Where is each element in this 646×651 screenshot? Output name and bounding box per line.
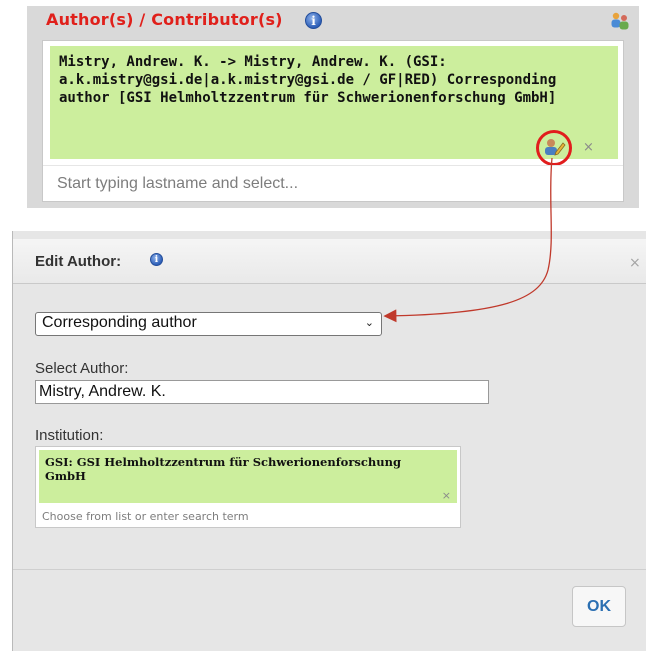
info-icon[interactable]: i <box>305 12 322 29</box>
remove-author-icon[interactable]: × <box>583 140 594 155</box>
author-contributor-panel: Author(s) / Contributor(s) i Mistry, And… <box>27 6 639 208</box>
selected-author-text: Mistry, Andrew. K. -> Mistry, Andrew. K.… <box>59 54 557 106</box>
dialog-header: Edit Author: i × <box>13 239 646 284</box>
author-role-value: Corresponding author <box>42 314 197 331</box>
divider <box>43 165 623 166</box>
highlight-ring <box>536 130 572 166</box>
footer-divider <box>13 569 646 570</box>
close-icon[interactable]: × <box>629 255 641 271</box>
selected-author-tag: Mistry, Andrew. K. -> Mistry, Andrew. K.… <box>50 46 618 166</box>
edit-author-dialog: Edit Author: i × Corresponding author ⌄ … <box>12 231 646 651</box>
select-author-label: Select Author: <box>35 360 129 377</box>
institution-label: Institution: <box>35 427 104 444</box>
institution-tag-text: GSI: GSI Helmholtzzentrum für Schwerione… <box>45 455 402 483</box>
author-role-select[interactable]: Corresponding author ⌄ <box>35 312 382 336</box>
section-title: Author(s) / Contributor(s) <box>46 10 283 29</box>
author-search-input[interactable]: Start typing lastname and select... <box>57 175 298 193</box>
institution-tag: GSI: GSI Helmholtzzentrum für Schwerione… <box>39 450 457 503</box>
remove-institution-icon[interactable]: × <box>442 489 451 502</box>
author-name-input[interactable]: Mistry, Andrew. K. <box>35 380 489 404</box>
info-icon[interactable]: i <box>150 253 163 266</box>
chevron-down-icon: ⌄ <box>364 317 374 329</box>
people-group-icon[interactable] <box>609 11 631 31</box>
author-select-box[interactable]: Mistry, Andrew. K. -> Mistry, Andrew. K.… <box>42 40 624 202</box>
institution-select-box[interactable]: GSI: GSI Helmholtzzentrum für Schwerione… <box>35 446 461 528</box>
ok-button[interactable]: OK <box>572 586 626 627</box>
dialog-title: Edit Author: <box>35 253 122 270</box>
institution-search-input[interactable]: Choose from list or enter search term <box>42 510 249 523</box>
